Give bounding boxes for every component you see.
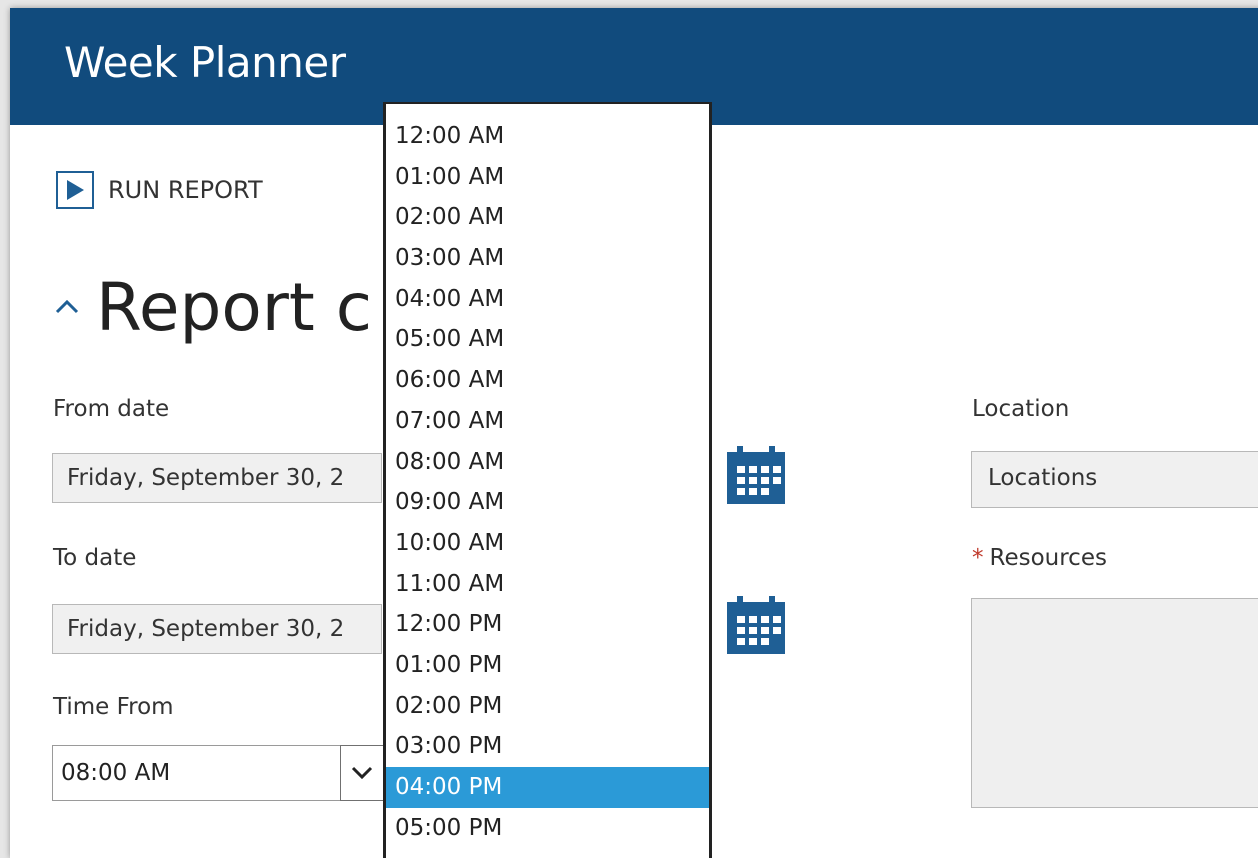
dropdown-option[interactable]: 02:00 AM bbox=[386, 197, 709, 238]
dropdown-option[interactable]: 12:00 PM bbox=[386, 604, 709, 645]
app-title: Week Planner bbox=[64, 38, 346, 87]
time-dropdown-list[interactable]: 12:00 AM 01:00 AM 02:00 AM 03:00 AM 04:00 AM… bbox=[383, 102, 712, 858]
location-select[interactable]: Locations bbox=[971, 451, 1258, 508]
dropdown-option[interactable]: 10:00 AM bbox=[386, 523, 709, 564]
dropdown-option[interactable]: 02:00 PM bbox=[386, 686, 709, 727]
calendar-icon[interactable] bbox=[725, 594, 787, 656]
dropdown-option[interactable]: 03:00 PM bbox=[386, 726, 709, 767]
dropdown-option[interactable]: 05:00 AM bbox=[386, 319, 709, 360]
section-title: Report c bbox=[96, 268, 373, 346]
run-report-label: RUN REPORT bbox=[108, 176, 263, 204]
time-from-label: Time From bbox=[53, 694, 174, 720]
dropdown-option[interactable]: 07:00 AM bbox=[386, 401, 709, 442]
to-date-label: To date bbox=[53, 545, 137, 571]
time-from-select[interactable]: 08:00 AM bbox=[52, 745, 385, 801]
dropdown-option[interactable]: 09:00 AM bbox=[386, 482, 709, 523]
from-date-label: From date bbox=[53, 396, 170, 422]
dropdown-option[interactable]: 05:00 PM bbox=[386, 808, 709, 849]
required-marker: * bbox=[972, 545, 984, 571]
chevron-down-icon[interactable] bbox=[340, 745, 384, 801]
location-label: Location bbox=[972, 396, 1070, 422]
window: Week Planner RUN REPORT Report c From da… bbox=[10, 8, 1258, 858]
dropdown-option[interactable]: 08:00 AM bbox=[386, 442, 709, 483]
report-criteria-header[interactable]: Report c bbox=[54, 262, 372, 352]
dropdown-option[interactable]: 11:00 AM bbox=[386, 564, 709, 605]
from-date-input[interactable]: Friday, September 30, 2 bbox=[52, 453, 382, 503]
to-date-input[interactable]: Friday, September 30, 2 bbox=[52, 604, 382, 654]
run-report-button[interactable]: RUN REPORT bbox=[56, 169, 263, 211]
resources-list[interactable] bbox=[971, 598, 1258, 808]
resources-label: * Resources bbox=[972, 545, 1107, 571]
chevron-up-icon bbox=[55, 299, 79, 314]
dropdown-option[interactable]: 04:00 AM bbox=[386, 279, 709, 320]
play-icon bbox=[56, 171, 94, 209]
dropdown-option[interactable]: 01:00 PM bbox=[386, 645, 709, 686]
calendar-icon[interactable] bbox=[725, 444, 787, 506]
dropdown-option[interactable]: 06:00 AM bbox=[386, 360, 709, 401]
dropdown-option[interactable]: 01:00 AM bbox=[386, 157, 709, 198]
dropdown-option[interactable]: 12:00 AM bbox=[386, 116, 709, 157]
dropdown-option[interactable]: 04:00 PM bbox=[386, 767, 709, 808]
time-from-value: 08:00 AM bbox=[61, 760, 171, 786]
resources-label-text: Resources bbox=[989, 545, 1107, 571]
dropdown-option[interactable]: 03:00 AM bbox=[386, 238, 709, 279]
